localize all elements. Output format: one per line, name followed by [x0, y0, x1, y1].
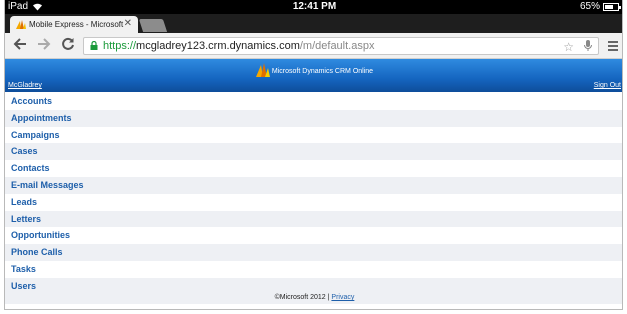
entity-link-e-mail-messages[interactable]: E-mail Messages — [5, 176, 622, 194]
menu-icon[interactable] — [608, 41, 618, 51]
sign-out-link[interactable]: Sign Out — [594, 82, 621, 89]
dynamics-favicon-icon — [16, 20, 26, 29]
entity-link-campaigns[interactable]: Campaigns — [5, 127, 622, 144]
footer-copyright: ©Microsoft 2012 | — [274, 294, 330, 301]
entity-link-tasks[interactable]: Tasks — [5, 261, 622, 278]
forward-arrow-icon — [38, 38, 51, 50]
browser-toolbar: https://mcgladrey123.crm.dynamics.com/m/… — [5, 33, 622, 59]
battery-percent: 65% — [579, 1, 600, 12]
reload-icon — [62, 37, 74, 50]
privacy-link[interactable]: Privacy — [331, 294, 354, 301]
lock-icon — [90, 41, 98, 50]
close-tab-icon[interactable]: ✕ — [124, 18, 132, 29]
forward-button[interactable] — [36, 37, 52, 53]
battery-icon — [603, 2, 621, 11]
address-bar[interactable]: https://mcgladrey123.crm.dynamics.com/m/… — [83, 37, 599, 55]
url-scheme: https:// — [103, 40, 137, 52]
crm-brand: Microsoft Dynamics CRM Online — [5, 63, 622, 77]
user-link[interactable]: McGladrey — [8, 82, 42, 89]
tab-strip: Mobile Express - Microsoft ✕ — [5, 14, 622, 33]
entity-link-phone-calls[interactable]: Phone Calls — [5, 244, 622, 261]
entity-link-letters[interactable]: Letters — [5, 210, 622, 228]
reload-button[interactable] — [60, 37, 76, 53]
entity-link-users[interactable]: Users — [5, 277, 622, 295]
entity-link-leads[interactable]: Leads — [5, 194, 622, 211]
entity-link-accounts[interactable]: Accounts — [5, 93, 622, 110]
clock: 12:41 PM — [292, 1, 337, 12]
back-button[interactable] — [12, 37, 28, 53]
status-bar: iPad 12:41 PM 65% — [5, 0, 622, 14]
browser-window: iPad 12:41 PM 65% Mobile Express - Micro… — [4, 0, 623, 310]
url-path: /m/default.aspx — [299, 40, 375, 52]
bookmark-star-icon[interactable]: ☆ — [563, 39, 574, 55]
entity-link-opportunities[interactable]: Opportunities — [5, 227, 622, 244]
footer: ©Microsoft 2012 | Privacy — [5, 294, 622, 304]
microphone-icon[interactable] — [584, 40, 592, 52]
crm-header: Microsoft Dynamics CRM Online McGladrey … — [5, 59, 622, 92]
tab-mobile-express[interactable]: Mobile Express - Microsoft ✕ — [10, 16, 138, 33]
url-host: mcgladrey123.crm.dynamics.com — [136, 40, 300, 52]
dynamics-logo-icon — [255, 63, 270, 77]
back-arrow-icon — [13, 38, 26, 50]
entity-list: Accounts Appointments Campaigns Cases Contac… — [5, 93, 622, 295]
entity-link-cases[interactable]: Cases — [5, 143, 622, 161]
new-tab-button[interactable] — [138, 19, 168, 32]
tab-title: Mobile Express - Microsoft — [29, 20, 124, 29]
crm-brand-text: Microsoft Dynamics CRM Online — [271, 68, 374, 75]
entity-link-appointments[interactable]: Appointments — [5, 109, 622, 127]
entity-link-contacts[interactable]: Contacts — [5, 160, 622, 177]
